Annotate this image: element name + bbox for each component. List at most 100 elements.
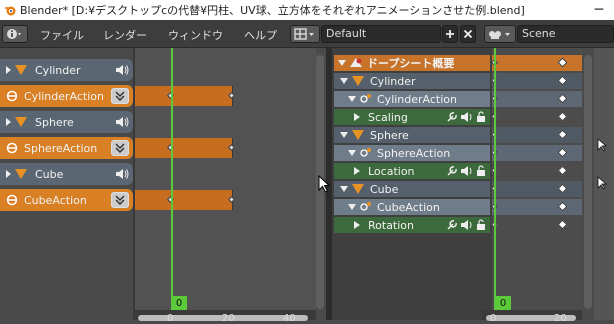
nla-playhead[interactable] [171,48,173,310]
double-chevron-down-icon [115,195,125,205]
expand-triangle-icon[interactable] [340,132,348,138]
minimize-icon: ─ [594,2,604,18]
ruler-label: 0 [167,313,174,324]
speaker-icon[interactable] [460,165,474,177]
nla-channel-action[interactable]: SphereAction [0,137,133,159]
action-strip[interactable] [135,86,233,106]
add-layout-button[interactable] [442,25,458,43]
dopesheet-channel-label: Location [368,164,415,178]
expand-triangle-icon[interactable] [354,113,360,121]
nla-channel-action[interactable]: CylinderAction [0,85,133,107]
action-icon [360,148,371,157]
dopesheet-current-frame-badge[interactable]: 0 [495,296,511,311]
timeline-band [492,181,582,197]
minimize-button[interactable]: ─ [584,0,614,20]
dopesheet-channel-object[interactable]: Cube [334,181,490,197]
scene-browse-button[interactable] [484,25,516,43]
object-icon [352,76,364,86]
lock-icon[interactable] [476,111,486,123]
nla-channel-label: SphereAction [24,141,98,155]
cursor-arrow-icon [597,138,607,152]
wrench-icon[interactable] [446,111,458,123]
dopesheet-editor: ドープシート概要 Cylinder CylinderAction Scaling… [332,48,614,324]
current-frame-label: 0 [499,298,507,309]
expand-triangle-icon[interactable] [354,167,360,175]
object-icon [15,169,27,179]
speaker-icon[interactable] [460,111,474,123]
dopesheet-channel-fcurve-group[interactable]: Scaling [334,109,490,125]
dopesheet-channel-label: Rotation [368,218,415,232]
close-icon [463,29,473,39]
menu-window[interactable]: ウィンドウ [168,27,223,43]
action-icon [360,94,371,103]
dopesheet-channel-object[interactable]: Cylinder [334,73,490,89]
editor-type-button[interactable] [2,25,28,43]
object-icon [352,130,364,140]
cursor-arrow-icon [597,176,607,190]
speaker-icon[interactable] [115,116,129,128]
menu-help[interactable]: ヘルプ [244,27,277,43]
menu-render[interactable]: レンダー [103,27,147,43]
expand-triangle-icon[interactable] [340,78,348,84]
menu-file[interactable]: ファイル [40,27,84,43]
dopesheet-channel-action[interactable]: SphereAction [334,145,490,161]
speaker-icon[interactable] [115,168,129,180]
expand-triangle-icon[interactable] [348,96,356,102]
action-icon [6,142,18,154]
dopesheet-summary-row[interactable]: ドープシート概要 [334,55,490,71]
lock-icon[interactable] [476,165,486,177]
dopesheet-channel-label: Cylinder [370,74,416,88]
dopesheet-playhead[interactable] [494,48,496,310]
wrench-icon[interactable] [446,165,458,177]
dopesheet-channel-action[interactable]: CylinderAction [334,91,490,107]
wrench-icon[interactable] [446,219,458,231]
info-icon [7,29,21,39]
dopesheet-channel-label: Scaling [368,110,408,124]
dopesheet-vertical-scrollbar[interactable] [584,55,592,309]
dopesheet-channel-fcurve-group[interactable]: Rotation [334,217,490,233]
dopesheet-channel-label: Sphere [370,128,409,142]
nla-channel-action[interactable]: CubeAction [0,189,133,211]
action-strip[interactable] [135,138,233,158]
dopesheet-channel-label: CylinderAction [377,92,457,106]
dopesheet-channel-label: Cube [370,182,399,196]
remove-layout-button[interactable] [460,25,476,43]
nla-channel-object[interactable]: Cube [0,163,133,185]
object-icon [15,65,27,75]
screen-layout-field[interactable]: Default [321,25,441,43]
nla-channel-label: Cube [35,167,64,181]
expand-triangle-icon[interactable] [340,186,348,192]
push-down-button[interactable] [111,192,129,208]
speaker-icon[interactable] [460,219,474,231]
expand-triangle-icon[interactable] [354,221,360,229]
speaker-icon[interactable] [115,64,129,76]
scene-field[interactable]: Scene [517,25,614,43]
dopesheet-channel-object[interactable]: Sphere [334,127,490,143]
push-down-button[interactable] [111,88,129,104]
dopesheet-channel-action[interactable]: CubeAction [334,199,490,215]
nla-channel-object[interactable]: Sphere [0,111,133,133]
action-strip[interactable] [135,190,233,210]
expand-triangle-icon[interactable] [348,204,356,210]
object-icon [15,117,27,127]
timeline-band [492,127,582,143]
double-chevron-down-icon [115,143,125,153]
action-icon [6,194,18,206]
expand-triangle-icon[interactable] [6,118,11,126]
push-down-button[interactable] [111,140,129,156]
expand-triangle-icon[interactable] [348,150,356,156]
expand-triangle-icon[interactable] [6,66,11,74]
nla-channel-object[interactable]: Cylinder [0,59,133,81]
expand-triangle-icon[interactable] [338,60,346,66]
window-titlebar: Blender* [D:¥デスクトップcの代替¥円柱、UV球、立方体をそれぞれア… [0,0,614,20]
dopesheet-channel-label: CubeAction [377,200,440,214]
blender-logo-icon [5,6,16,16]
ruler-label: 40 [283,313,296,324]
timeline-band [492,199,582,215]
nla-current-frame-badge[interactable]: 0 [171,296,187,311]
expand-triangle-icon[interactable] [6,170,11,178]
dopesheet-channel-fcurve-group[interactable]: Location [334,163,490,179]
lock-icon[interactable] [476,219,486,231]
info-header: ファイル レンダー ウィンドウ ヘルプ Default Scene [0,20,614,48]
screen-layout-browse-button[interactable] [290,25,320,43]
